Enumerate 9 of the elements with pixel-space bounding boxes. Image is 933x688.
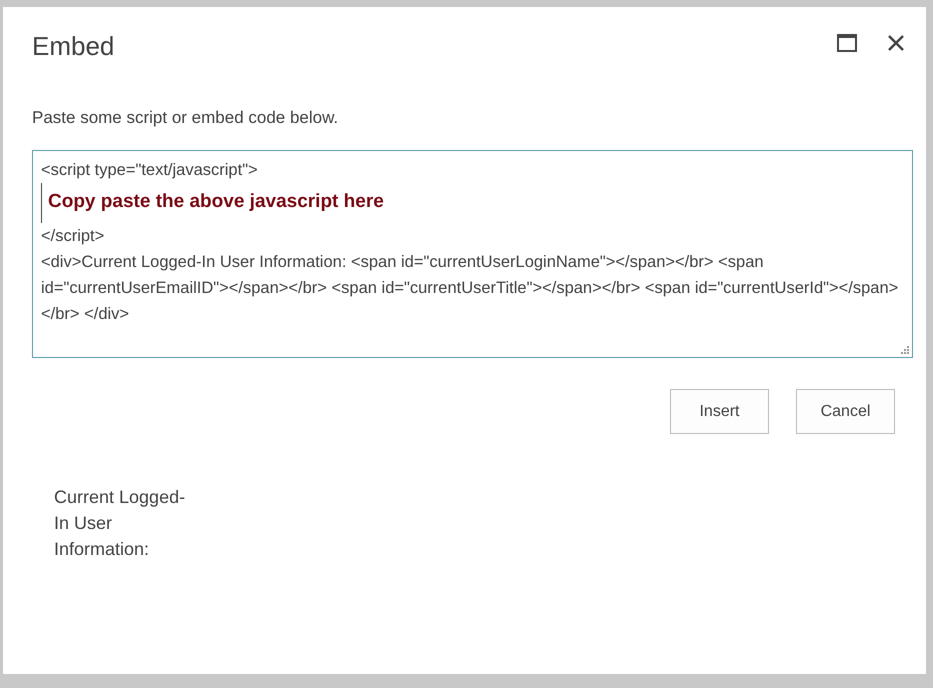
maximize-icon[interactable] [837, 34, 857, 52]
code-field[interactable]: <script type="text/javascript"> Copy paste the above javascript here </script> <div>Current Logged-In User Information: <span id="currentUserLoginName"></span></br> <span id="currentUserEmailID"></span></br> <span id="currentUserTitle"></span></br> <span id="currentUserId"></span></br> </div> [32, 150, 913, 358]
close-icon[interactable] [887, 34, 905, 52]
resize-grip-icon[interactable] [901, 346, 910, 355]
insert-button[interactable]: Insert [670, 389, 769, 434]
preview-text: Current Logged-In User Information: [54, 486, 186, 561]
cancel-button[interactable]: Cancel [796, 389, 895, 434]
instruction-text: Paste some script or embed code below. [32, 108, 340, 128]
dialog-title: Embed [32, 31, 114, 62]
